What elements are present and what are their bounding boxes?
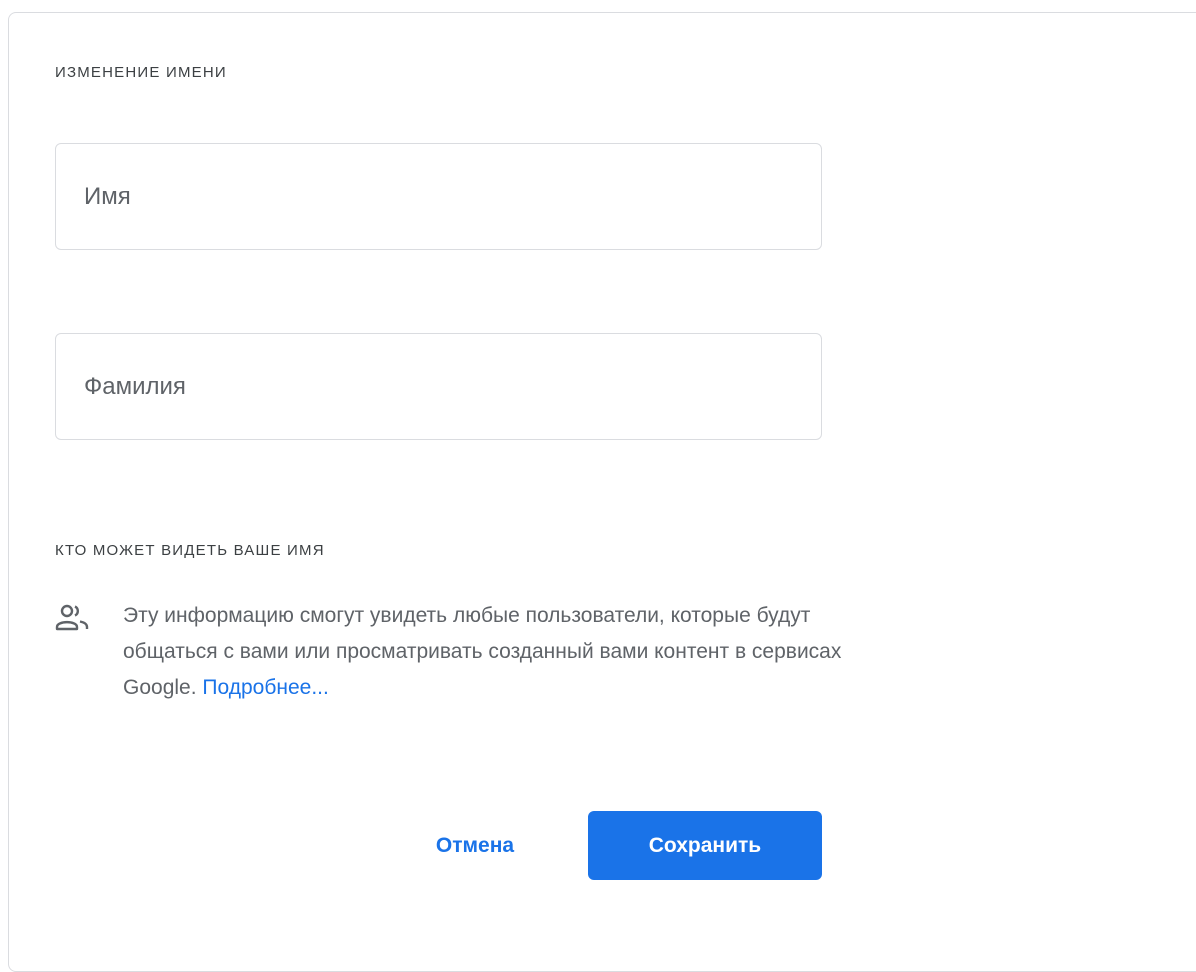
learn-more-link[interactable]: Подробнее... [202,676,328,699]
first-name-input[interactable] [56,144,821,249]
edit-name-heading: ИЗМЕНЕНИЕ ИМЕНИ [55,64,227,81]
last-name-field[interactable] [55,333,822,440]
visibility-heading: КТО МОЖЕТ ВИДЕТЬ ВАШЕ ИМЯ [55,542,325,559]
people-icon [55,602,91,632]
first-name-field[interactable] [55,143,822,250]
last-name-input[interactable] [56,334,821,439]
cancel-button[interactable]: Отмена [408,812,542,880]
visibility-description: Эту информацию смогут увидеть любые поль… [123,598,843,706]
save-button[interactable]: Сохранить [588,811,822,880]
